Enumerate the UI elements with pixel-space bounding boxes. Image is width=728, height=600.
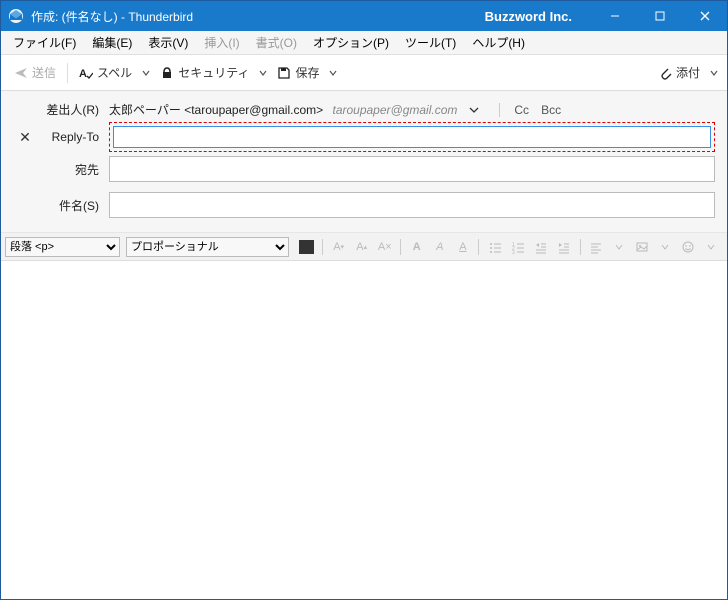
font-select[interactable]: プロポーショナル — [126, 237, 289, 257]
to-input[interactable] — [109, 156, 715, 182]
from-identity: 太郎ペーパー <taroupaper@gmail.com> — [109, 103, 323, 117]
svg-text:3: 3 — [512, 250, 515, 254]
replyto-label: Reply-To — [37, 130, 109, 144]
indent-icon[interactable] — [554, 236, 575, 258]
format-toolbar: 段落 <p> プロポーショナル A▾ A▴ A× A A A 123 — [1, 233, 727, 261]
from-value[interactable]: 太郎ペーパー <taroupaper@gmail.com> taroupaper… — [109, 101, 457, 118]
spell-icon: A — [79, 66, 93, 80]
maximize-button[interactable] — [637, 1, 682, 31]
attach-button[interactable]: 添付 — [652, 60, 706, 85]
menu-view[interactable]: 表示(V) — [140, 31, 196, 54]
emoji-icon[interactable] — [678, 236, 699, 258]
send-label: 送信 — [32, 64, 56, 81]
app-icon — [7, 7, 25, 25]
replyto-row: ✕ Reply-To — [13, 122, 715, 152]
outdent-icon[interactable] — [531, 236, 552, 258]
brand-label: Buzzword Inc. — [485, 9, 572, 24]
from-label: 差出人(R) — [37, 101, 109, 118]
save-label: 保存 — [295, 64, 319, 81]
from-hint: taroupaper@gmail.com — [332, 103, 457, 117]
svg-text:A: A — [79, 68, 87, 80]
replyto-input[interactable] — [113, 126, 711, 148]
replyto-highlight — [109, 122, 715, 152]
save-dropdown[interactable] — [326, 69, 340, 77]
main-toolbar: 送信 A スペル セキュリティ 保存 添付 — [1, 55, 727, 91]
attach-label: 添付 — [676, 64, 700, 81]
close-button[interactable] — [682, 1, 727, 31]
titlebar: 作成: (件名なし) - Thunderbird Buzzword Inc. — [1, 1, 727, 31]
remove-replyto-button[interactable]: ✕ — [13, 129, 37, 146]
window-title: 作成: (件名なし) - Thunderbird — [31, 8, 193, 25]
emoji-dropdown-icon[interactable] — [701, 236, 722, 258]
number-list-icon[interactable]: 123 — [507, 236, 528, 258]
bold-icon[interactable]: A — [406, 236, 427, 258]
to-label: 宛先 — [37, 161, 109, 178]
align-dropdown-icon[interactable] — [609, 236, 630, 258]
spell-label: スペル — [97, 64, 132, 81]
address-area: 差出人(R) 太郎ペーパー <taroupaper@gmail.com> tar… — [1, 91, 727, 233]
font-size-decrease-icon[interactable]: A▾ — [328, 236, 349, 258]
bcc-button[interactable]: Bcc — [541, 103, 561, 117]
menu-insert[interactable]: 挿入(I) — [196, 31, 247, 54]
menu-help[interactable]: ヘルプ(H) — [464, 31, 533, 54]
align-icon[interactable] — [586, 236, 607, 258]
font-size-reset-icon[interactable]: A× — [374, 236, 395, 258]
subject-row: 件名(S) — [13, 192, 715, 218]
to-row: ✕ 宛先 — [13, 156, 715, 182]
italic-icon[interactable]: A — [429, 236, 450, 258]
security-button[interactable]: セキュリティ — [154, 60, 255, 85]
block-format-select[interactable]: 段落 <p> — [5, 237, 120, 257]
insert-dropdown-icon[interactable] — [655, 236, 676, 258]
from-dropdown[interactable] — [469, 105, 479, 115]
cc-button[interactable]: Cc — [514, 103, 529, 117]
save-button[interactable]: 保存 — [271, 60, 325, 85]
insert-image-icon[interactable] — [632, 236, 653, 258]
font-size-increase-icon[interactable]: A▴ — [351, 236, 372, 258]
subject-input[interactable] — [109, 192, 715, 218]
subject-label: 件名(S) — [13, 197, 109, 214]
from-row: 差出人(R) 太郎ペーパー <taroupaper@gmail.com> tar… — [13, 101, 715, 118]
message-body[interactable] — [1, 261, 727, 599]
send-button[interactable]: 送信 — [8, 60, 62, 85]
lock-icon — [160, 66, 174, 80]
spell-dropdown[interactable] — [139, 69, 153, 77]
minimize-button[interactable] — [592, 1, 637, 31]
menu-format[interactable]: 書式(O) — [248, 31, 305, 54]
underline-icon[interactable]: A — [452, 236, 473, 258]
security-dropdown[interactable] — [256, 69, 270, 77]
attach-dropdown[interactable] — [707, 69, 721, 77]
bullet-list-icon[interactable] — [484, 236, 505, 258]
send-icon — [14, 66, 28, 80]
save-icon — [277, 66, 291, 80]
color-swatch[interactable] — [299, 240, 314, 254]
security-label: セキュリティ — [178, 64, 249, 81]
paperclip-icon — [658, 66, 672, 80]
spell-button[interactable]: A スペル — [73, 60, 138, 85]
menubar: ファイル(F) 編集(E) 表示(V) 挿入(I) 書式(O) オプション(P)… — [1, 31, 727, 55]
menu-options[interactable]: オプション(P) — [305, 31, 397, 54]
menu-edit[interactable]: 編集(E) — [84, 31, 140, 54]
menu-tools[interactable]: ツール(T) — [397, 31, 464, 54]
menu-file[interactable]: ファイル(F) — [5, 31, 84, 54]
